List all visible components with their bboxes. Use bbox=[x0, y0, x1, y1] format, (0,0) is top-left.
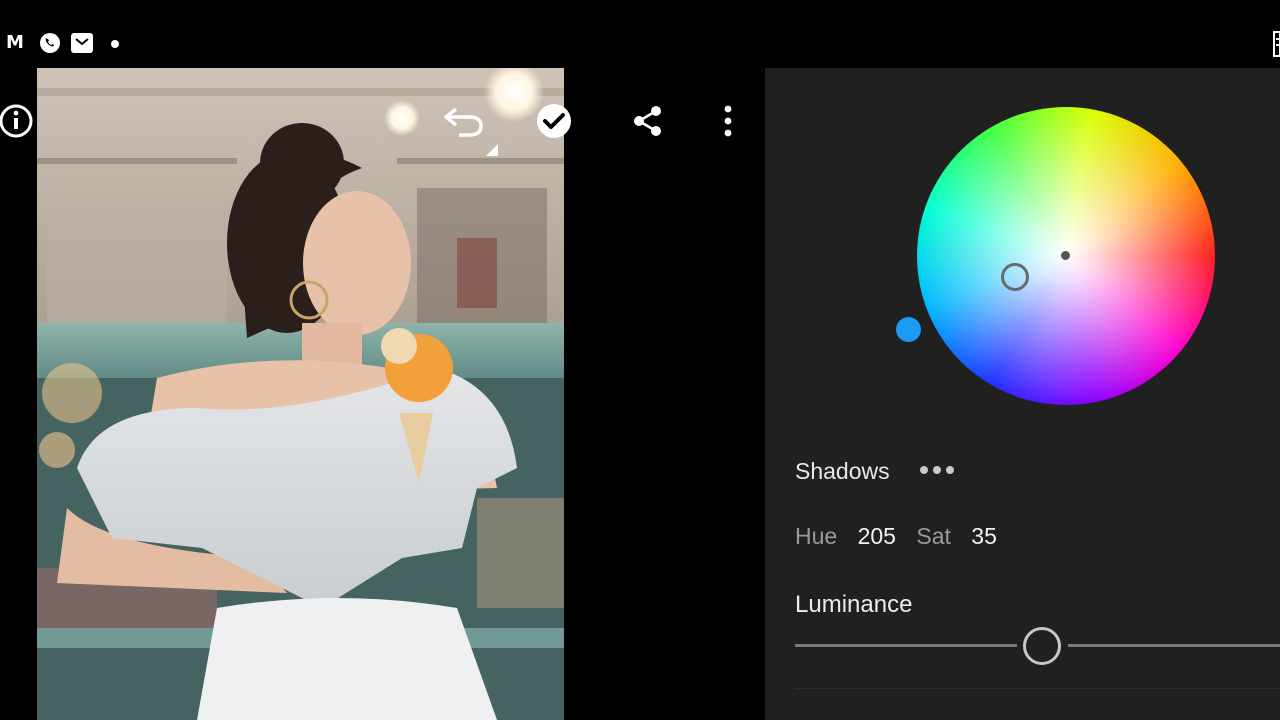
status-bar: M bbox=[0, 0, 1280, 68]
luminance-slider-thumb[interactable] bbox=[1023, 627, 1061, 665]
color-wheel[interactable] bbox=[917, 107, 1215, 405]
luminance-track-left[interactable] bbox=[795, 644, 1017, 647]
status-right-icon bbox=[1273, 31, 1280, 57]
share-icon[interactable] bbox=[628, 101, 668, 141]
shadows-color-knob[interactable] bbox=[896, 317, 921, 342]
region-more-icon[interactable] bbox=[920, 466, 954, 474]
panel-divider bbox=[795, 688, 1280, 689]
whatsapp-icon bbox=[40, 33, 60, 53]
color-grading-panel: Shadows Hue 205 Sat 35 Luminance bbox=[765, 68, 1280, 720]
lightroom-editor-screen: M Shadows Hue 205 Sat 35 Luminance bbox=[0, 0, 1280, 720]
info-icon[interactable] bbox=[0, 101, 36, 141]
undo-history-corner-icon[interactable] bbox=[484, 142, 498, 156]
hue-sat-handle[interactable] bbox=[1001, 263, 1029, 291]
undo-icon[interactable] bbox=[442, 101, 488, 141]
done-icon[interactable] bbox=[534, 101, 574, 141]
wheel-center-marker bbox=[1061, 251, 1070, 260]
photo-image bbox=[37, 68, 564, 720]
luminance-track-right[interactable] bbox=[1068, 644, 1280, 647]
region-label[interactable]: Shadows bbox=[795, 458, 890, 485]
sat-label: Sat bbox=[916, 523, 951, 549]
notification-dot-icon bbox=[111, 40, 119, 48]
photo-canvas[interactable] bbox=[37, 68, 564, 720]
more-options-icon[interactable] bbox=[708, 101, 748, 141]
app-letter-icon: M bbox=[6, 32, 24, 53]
mail-icon bbox=[71, 33, 93, 53]
hue-value: 205 bbox=[857, 523, 896, 549]
luminance-label: Luminance bbox=[795, 591, 913, 618]
sat-value: 35 bbox=[971, 523, 997, 549]
hue-label: Hue bbox=[795, 523, 838, 549]
hue-sat-readout: Hue 205 Sat 35 bbox=[795, 523, 997, 550]
